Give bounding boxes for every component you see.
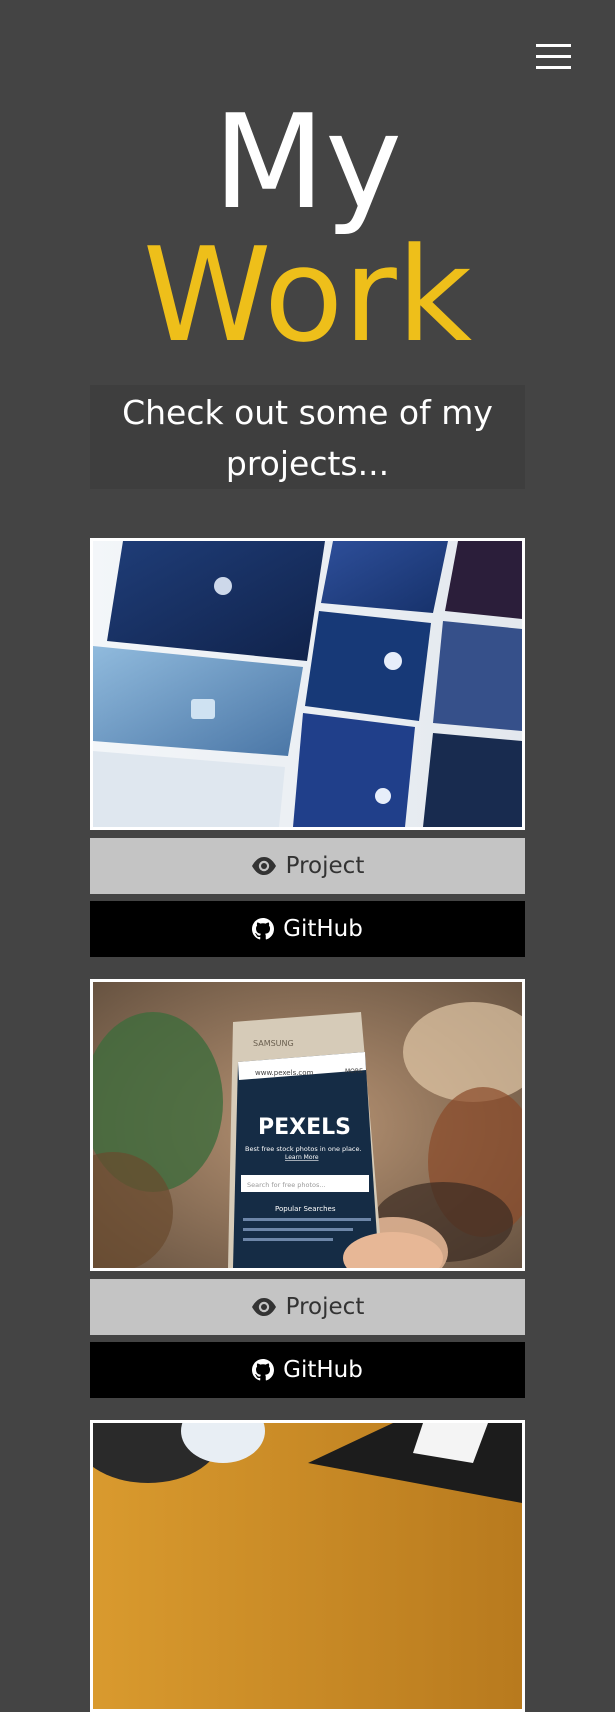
github-icon [252,918,275,940]
page-title-line-1: My [212,86,403,238]
phone-tagline: Best free stock photos in one place. [245,1145,362,1153]
phone-brand: SAMSUNG [253,1039,294,1048]
phone-url: www.pexels.com [255,1069,314,1077]
subtitle-box: Check out some of my projects... [90,385,525,489]
thumbnail-image-2: SAMSUNG www.pexels.com MORE PEXELS Best … [93,982,522,1268]
project-card-1: Project GitHub [90,538,525,957]
project-thumbnail-2: SAMSUNG www.pexels.com MORE PEXELS Best … [90,979,525,1271]
menu-bar [536,66,571,69]
menu-bar [536,55,571,58]
github-button-label: GitHub [283,1357,363,1383]
thumbnail-image-3 [93,1423,522,1709]
github-button-1[interactable]: GitHub [90,901,525,957]
project-button-label: Project [285,853,365,879]
phone-learn-more: Learn More [285,1154,319,1161]
eye-icon [251,1298,277,1316]
hamburger-menu-icon[interactable] [536,44,572,70]
thumbnail-image-1 [93,541,522,827]
phone-logo: PEXELS [258,1115,351,1140]
project-thumbnail-3 [90,1420,525,1712]
eye-icon [251,857,277,875]
phone-popular: Popular Searches [275,1205,336,1213]
phone-more: MORE [345,1068,363,1075]
project-button-label: Project [285,1294,365,1320]
project-button-1[interactable]: Project [90,838,525,894]
project-thumbnail-1 [90,538,525,830]
project-card-3 [90,1420,525,1712]
project-button-2[interactable]: Project [90,1279,525,1335]
github-button-2[interactable]: GitHub [90,1342,525,1398]
phone-search-placeholder: Search for free photos... [247,1181,326,1189]
subtitle-line-1: Check out some of my [122,393,493,432]
github-button-label: GitHub [283,916,363,942]
github-icon [252,1359,275,1381]
project-card-2: SAMSUNG www.pexels.com MORE PEXELS Best … [90,979,525,1398]
page-title-line-2: Work [142,219,473,371]
subtitle-line-2: projects... [225,444,390,483]
menu-bar [536,44,571,47]
